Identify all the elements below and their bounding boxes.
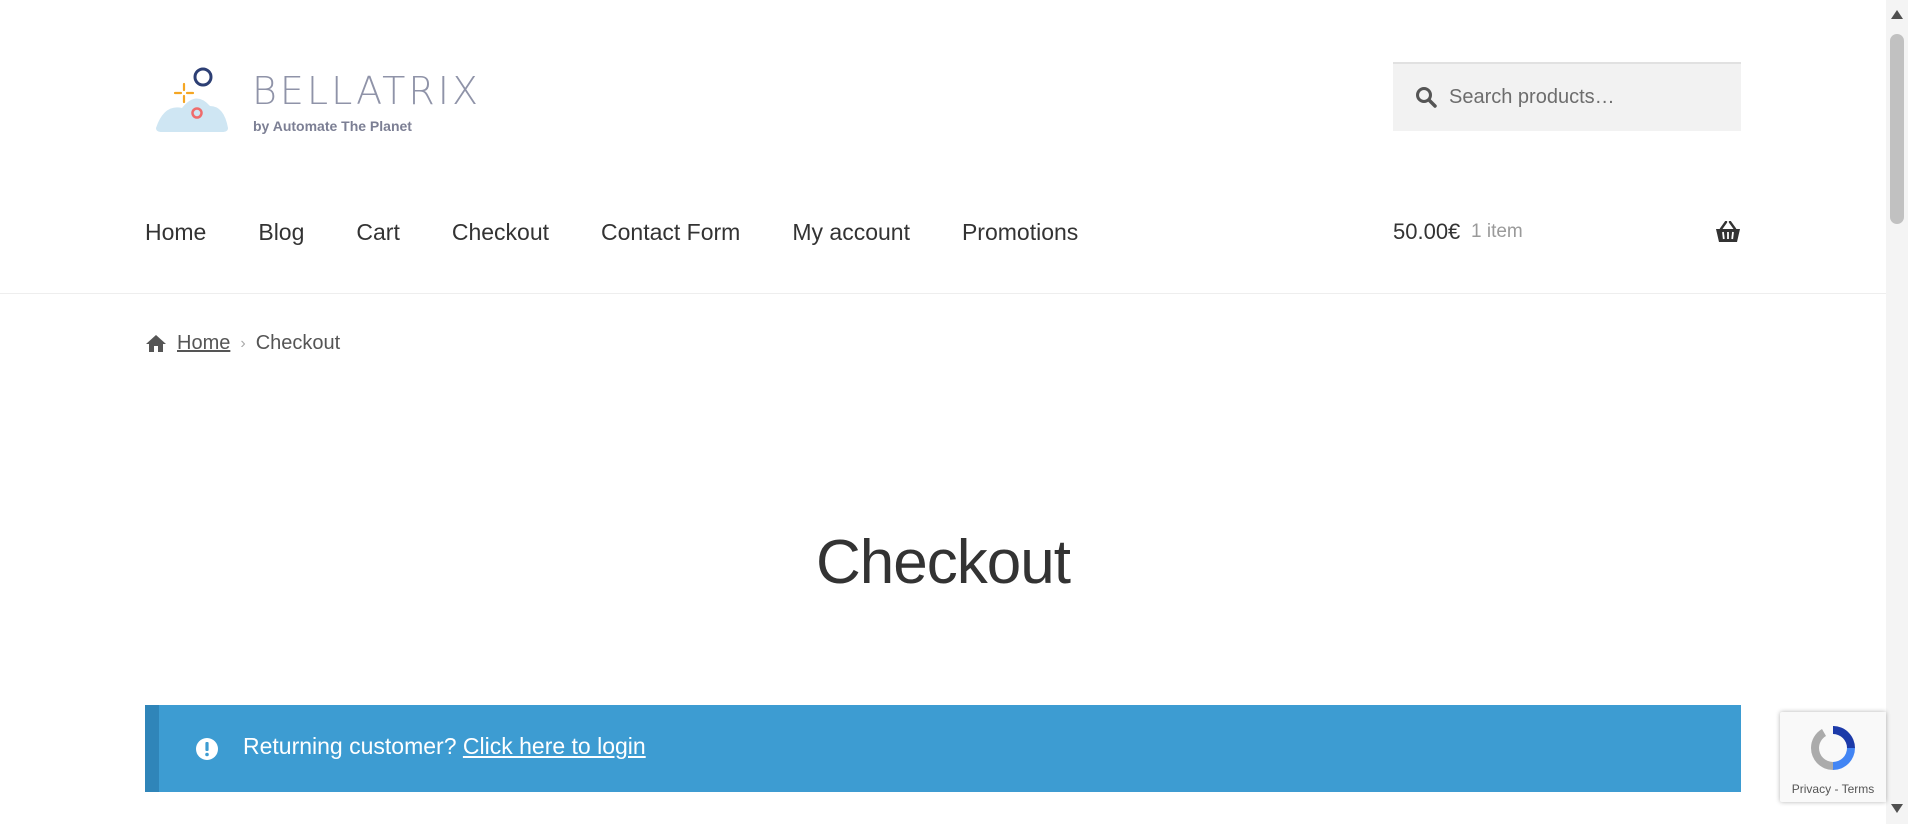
recaptcha-separator: -	[1831, 782, 1842, 796]
recaptcha-privacy-link[interactable]: Privacy	[1792, 782, 1831, 796]
nav-item-home[interactable]: Home	[145, 219, 206, 246]
site-header: BELLATRIX by Automate The Planet Home Bl…	[0, 0, 1886, 294]
notice-message: Returning customer?	[243, 733, 457, 759]
nav-item-cart[interactable]: Cart	[356, 219, 399, 246]
notice-text: Returning customer? Click here to login	[243, 733, 646, 760]
product-search	[1393, 62, 1741, 131]
page-scrollbar[interactable]	[1886, 0, 1908, 824]
logo-mark-icon	[156, 67, 228, 132]
scroll-down-arrow-icon[interactable]	[1891, 800, 1903, 818]
header-cart[interactable]: 50.00€ 1 item	[1393, 219, 1741, 253]
nav-item-contact-form[interactable]: Contact Form	[601, 219, 740, 246]
logo-wordmark: BELLATRIX	[252, 69, 482, 113]
nav-item-my-account[interactable]: My account	[792, 219, 910, 246]
recaptcha-terms-link[interactable]: Terms	[1842, 782, 1875, 796]
primary-navigation: Home Blog Cart Checkout Contact Form My …	[145, 219, 1130, 246]
returning-customer-notice: Returning customer? Click here to login	[145, 705, 1741, 792]
search-icon[interactable]	[1415, 86, 1437, 113]
recaptcha-icon	[1805, 720, 1861, 781]
search-input[interactable]	[1447, 64, 1731, 131]
logo-tagline: by Automate The Planet	[253, 118, 412, 134]
page-title: Checkout	[816, 527, 1071, 597]
nav-item-blog[interactable]: Blog	[258, 219, 304, 246]
site-logo[interactable]: BELLATRIX by Automate The Planet	[152, 66, 482, 138]
login-link[interactable]: Click here to login	[463, 733, 646, 759]
basket-icon[interactable]	[1715, 220, 1741, 249]
scrollbar-thumb[interactable]	[1890, 34, 1904, 224]
home-icon	[145, 334, 167, 353]
scroll-up-arrow-icon[interactable]	[1891, 6, 1903, 24]
breadcrumb-home-link[interactable]: Home	[177, 332, 230, 355]
breadcrumb-current: Checkout	[255, 332, 341, 354]
cart-count: 1 item	[1471, 221, 1523, 242]
cart-amount: 50.00€	[1393, 219, 1461, 244]
breadcrumb-separator-icon: ›	[240, 334, 246, 352]
recaptcha-links: Privacy - Terms	[1780, 782, 1886, 796]
breadcrumb: Home › Checkout	[145, 332, 340, 355]
nav-item-promotions[interactable]: Promotions	[962, 219, 1078, 246]
info-icon	[195, 737, 219, 767]
recaptcha-badge[interactable]: Privacy - Terms	[1780, 712, 1886, 802]
nav-item-checkout[interactable]: Checkout	[452, 219, 549, 246]
